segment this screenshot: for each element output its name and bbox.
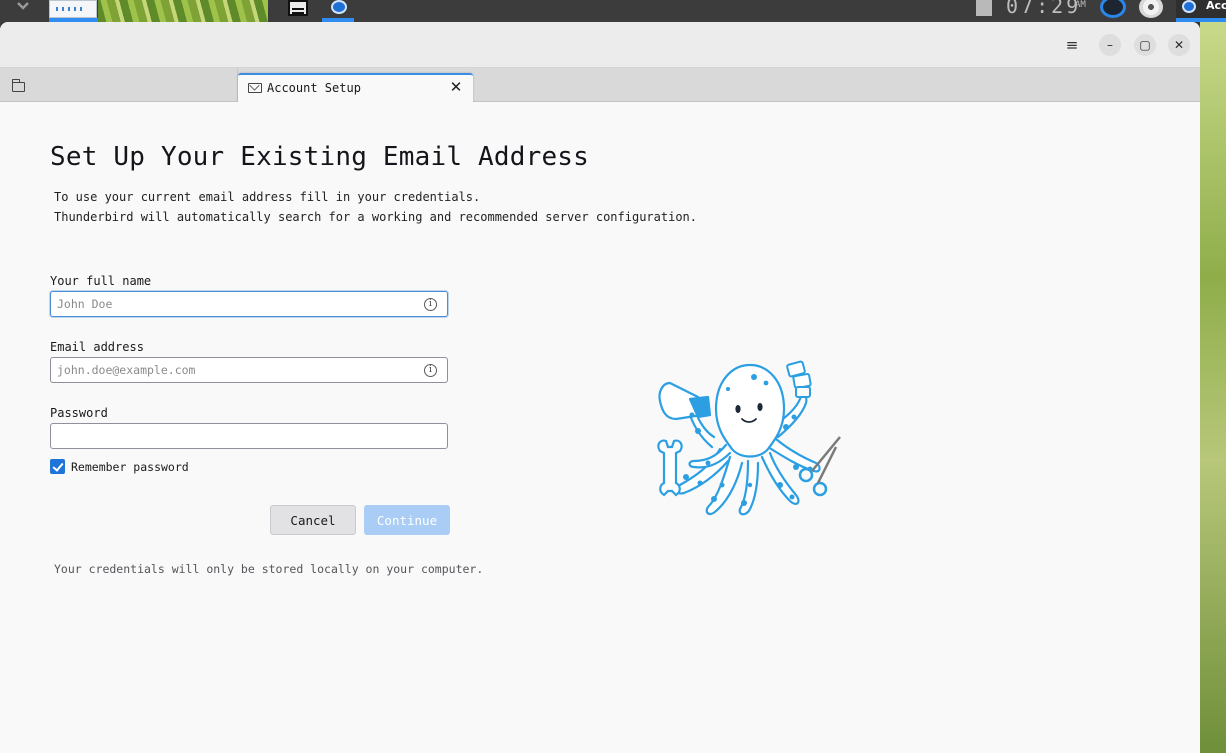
remember-password-label[interactable]: Remember password: [71, 460, 189, 474]
thunderbird-icon: [331, 0, 347, 14]
thunderbird-window: ≡ – ▢ ✕ Account Setup ✕ Set Up Your Exis…: [0, 22, 1200, 753]
cancel-button[interactable]: Cancel: [270, 505, 356, 535]
description-line-1: To use your current email address fill i…: [54, 190, 481, 204]
tray-block-icon: [976, 0, 992, 16]
tab-label: Account Setup: [267, 81, 361, 95]
active-window-label: Acc: [1206, 0, 1226, 12]
continue-button[interactable]: Continue: [364, 505, 450, 535]
envelope-icon: [248, 83, 262, 93]
workspace-thumbnail[interactable]: [49, 0, 97, 18]
tab-mail[interactable]: [0, 68, 238, 102]
disc-icon[interactable]: [1139, 0, 1163, 18]
account-setup-page: Set Up Your Existing Email Address To us…: [0, 102, 1200, 753]
privacy-note: Your credentials will only be stored loc…: [54, 562, 484, 576]
desktop-wallpaper: [1200, 22, 1226, 753]
tab-bar: Account Setup ✕: [0, 68, 1200, 102]
full-name-input[interactable]: [50, 291, 448, 317]
info-icon[interactable]: i: [424, 298, 437, 311]
terminal-icon[interactable]: [288, 0, 308, 16]
active-window-button[interactable]: Acc: [1176, 0, 1226, 18]
close-tab-icon[interactable]: ✕: [448, 79, 464, 95]
maximize-button[interactable]: ▢: [1134, 34, 1156, 56]
wallpaper-thumbnail[interactable]: [98, 0, 268, 22]
password-input[interactable]: [50, 423, 448, 449]
tray-app-icon[interactable]: [1100, 0, 1126, 18]
thunderbird-icon: [1182, 0, 1196, 13]
thunderbird-launcher[interactable]: [324, 0, 354, 18]
octopus-illustration: [657, 360, 841, 516]
tab-account-setup[interactable]: Account Setup ✕: [238, 73, 473, 102]
folder-icon: [11, 79, 25, 92]
minimize-button[interactable]: –: [1099, 34, 1121, 56]
description-line-2: Thunderbird will automatically search fo…: [54, 210, 697, 224]
taskbar: 07:29 AM Acc: [0, 0, 1226, 22]
password-label: Password: [50, 406, 108, 420]
page-title: Set Up Your Existing Email Address: [50, 142, 590, 172]
remember-password-checkbox[interactable]: [50, 459, 65, 474]
email-input[interactable]: [50, 357, 448, 383]
page-description: To use your current email address fill i…: [54, 187, 697, 227]
title-bar[interactable]: ≡ – ▢ ✕: [0, 22, 1200, 68]
app-menu-button[interactable]: ≡: [1062, 35, 1082, 55]
clock-ampm: AM: [1075, 0, 1086, 10]
info-icon[interactable]: i: [424, 364, 437, 377]
full-name-label: Your full name: [50, 274, 152, 288]
clock-time: 07:29: [1006, 0, 1082, 18]
chevron-down-icon[interactable]: [12, 0, 34, 14]
close-window-button[interactable]: ✕: [1168, 34, 1190, 56]
email-label: Email address: [50, 340, 144, 354]
